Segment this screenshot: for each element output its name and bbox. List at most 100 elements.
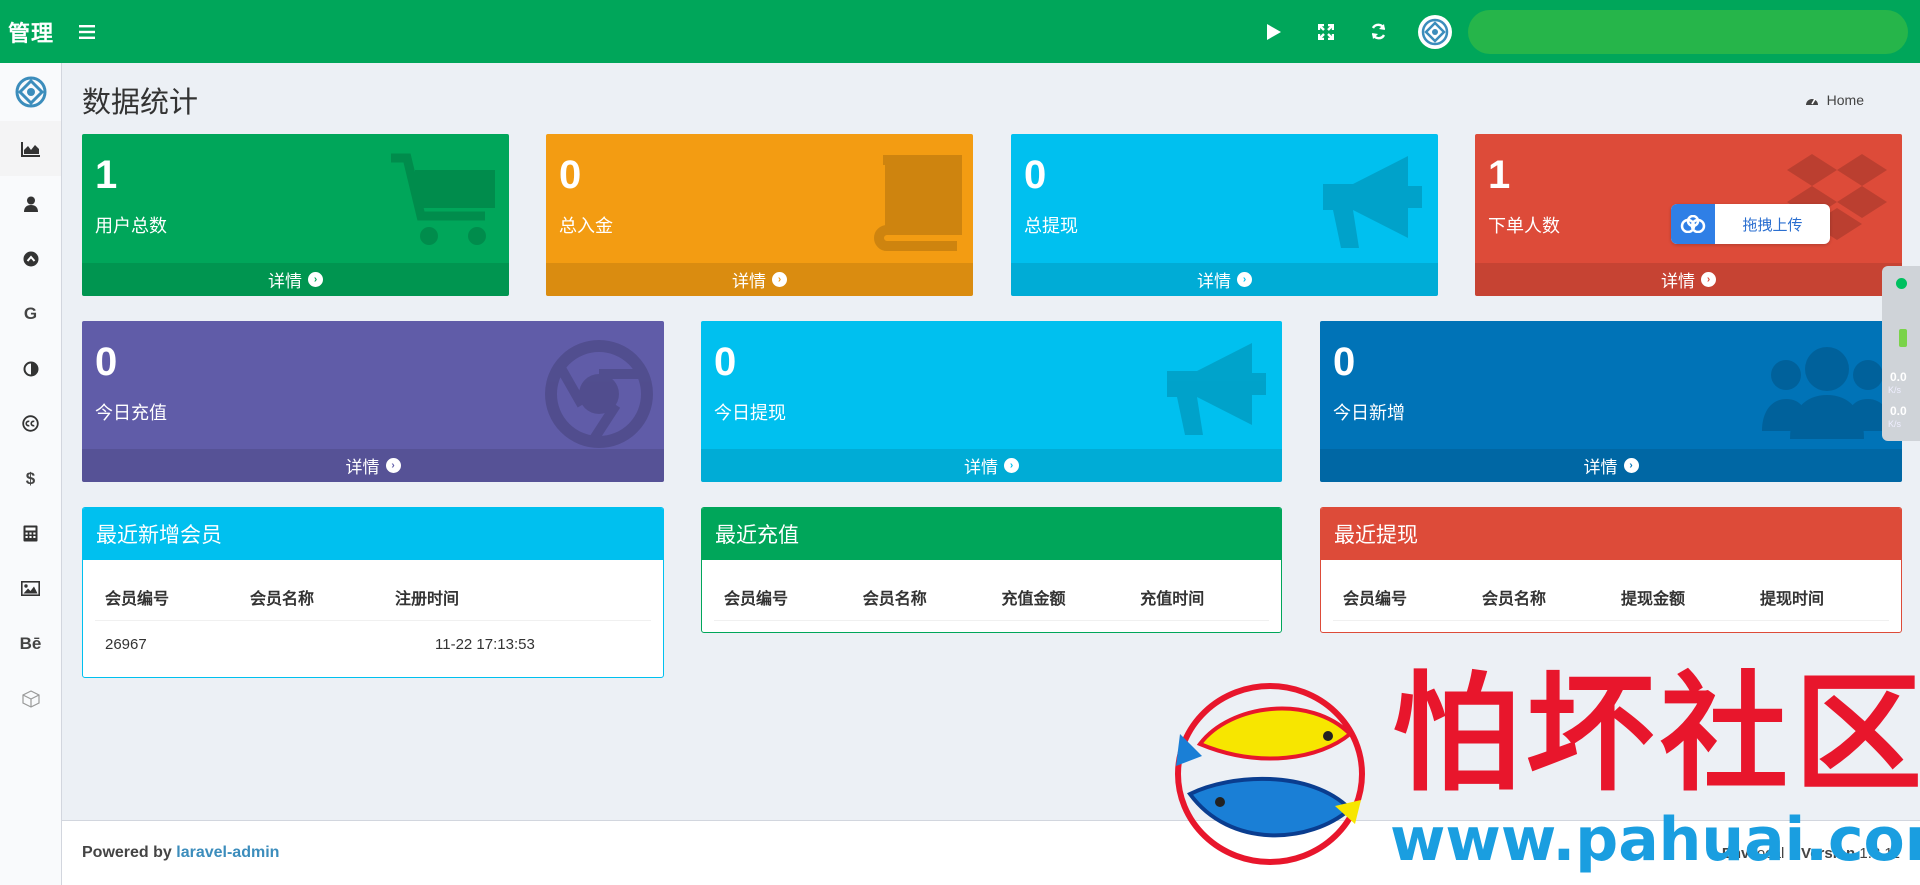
network-speed-widget[interactable]: 0.0 K/s 0.0 K/s [1882, 266, 1920, 441]
column-header: 充值时间 [1130, 574, 1269, 621]
member-name-cell [240, 620, 385, 668]
drag-upload-button[interactable]: 拖拽上传 [1671, 204, 1830, 244]
avatar-logo-icon [1421, 18, 1449, 45]
arrow-circle-right-icon: › [1004, 458, 1019, 473]
arrow-circle-right-icon: › [1237, 272, 1252, 287]
column-header: 注册时间 [385, 574, 651, 621]
sidebar-logo[interactable] [0, 63, 61, 121]
powered-by: Powered by laravel-admin [82, 844, 279, 862]
version-info: Env local Version 1.8.11 [1722, 845, 1900, 862]
sidebar-item-6[interactable] [0, 396, 61, 451]
stat-label: 总提现 [1024, 216, 1078, 236]
column-header: 会员编号 [1333, 574, 1472, 621]
stat-box-total-deposit: 0 总入金 详情 › [546, 134, 973, 296]
stat-detail-link[interactable]: 详情 › [546, 263, 973, 296]
sidebar-item-behance[interactable]: Bē [0, 616, 61, 671]
breadcrumb[interactable]: Home [1805, 92, 1864, 108]
breadcrumb-home[interactable]: Home [1827, 92, 1864, 108]
column-header: 会员编号 [714, 574, 853, 621]
behance-icon: Bē [19, 633, 42, 653]
detail-label: 详情 [1583, 458, 1618, 477]
sidebar-item-finance[interactable]: $ [0, 451, 61, 506]
download-speed-unit: K/s [1888, 419, 1902, 429]
sidebar-item-9[interactable] [0, 561, 61, 616]
env-value: local [1753, 844, 1785, 862]
sidebar-item-11[interactable] [0, 671, 61, 726]
column-header: 会员编号 [95, 574, 240, 621]
stat-value: 0 [714, 340, 737, 384]
stat-value: 1 [95, 153, 118, 197]
book-icon [874, 155, 962, 251]
sidebar: G $ Bē [0, 63, 62, 885]
sidebar-item-5[interactable] [0, 341, 61, 396]
chevron-up-circle-icon [23, 251, 38, 266]
stat-label: 今日充值 [95, 403, 167, 423]
fullscreen-button[interactable] [1300, 0, 1352, 63]
stat-detail-link[interactable]: 详情 › [82, 449, 664, 482]
chrome-icon [545, 340, 653, 448]
sidebar-item-google[interactable]: G [0, 286, 61, 341]
recent-members-panel: 最近新增会员 会员编号 会员名称 注册时间 26967 11-22 17:13:… [82, 507, 664, 678]
detail-label: 详情 [964, 458, 998, 477]
page-title: 数据统计 [82, 87, 199, 119]
drag-upload-label: 拖拽上传 [1742, 216, 1803, 234]
sidebar-item-3[interactable] [0, 231, 61, 286]
arrow-circle-right-icon: › [385, 458, 401, 473]
stat-label: 下单人数 [1488, 216, 1560, 236]
arrow-circle-right-icon: › [1623, 458, 1639, 473]
sidebar-item-users[interactable] [0, 176, 61, 231]
stat-detail-link[interactable]: 详情 › [1320, 449, 1902, 482]
recent-recharge-panel: 最近充值 会员编号 会员名称 充值金额 充值时间 [701, 507, 1282, 633]
bullhorn-icon [1323, 156, 1422, 248]
version-value: 1.8.11 [1859, 844, 1900, 862]
stat-detail-link[interactable]: 详情 › [701, 449, 1282, 482]
stat-label: 今日新增 [1333, 403, 1405, 423]
adjust-icon [23, 361, 38, 376]
panel-title: 最近充值 [702, 508, 1281, 560]
speed-bar [1899, 329, 1907, 347]
cloud-upload-icon [1671, 204, 1715, 244]
sidebar-item-8[interactable] [0, 506, 61, 561]
refresh-icon [1371, 23, 1385, 40]
logo-icon [15, 76, 46, 108]
sidebar-item-dashboard[interactable] [0, 121, 61, 176]
shopping-cart-icon [391, 153, 495, 245]
stat-detail-link[interactable]: 详情 › [1011, 263, 1438, 296]
user-menu[interactable] [1468, 9, 1908, 54]
brand-logo[interactable]: 管理 [0, 0, 62, 63]
member-id-cell: 26967 [105, 635, 147, 653]
sidebar-toggle-button[interactable] [62, 0, 112, 63]
google-icon: G [23, 303, 38, 323]
laravel-admin-link[interactable]: laravel-admin [176, 844, 279, 861]
play-button[interactable] [1248, 0, 1300, 63]
version-label: Version [1801, 844, 1856, 862]
stat-value: 0 [95, 340, 118, 384]
column-header: 会员名称 [852, 574, 992, 621]
panel-title: 最近提现 [1321, 508, 1901, 560]
stat-detail-link[interactable]: 详情 › [82, 263, 509, 296]
arrow-circle-right-icon: › [772, 272, 787, 287]
stat-detail-link[interactable]: 详情 › [1475, 263, 1902, 296]
stat-value: 0 [559, 153, 582, 197]
detail-label: 详情 [268, 272, 302, 291]
detail-label: 详情 [1661, 272, 1695, 291]
recent-members-table: 会员编号 会员名称 注册时间 26967 11-22 17:13:53 [95, 574, 651, 668]
area-chart-icon [20, 141, 40, 157]
avatar[interactable] [1418, 14, 1452, 49]
upload-speed-value: 0.0 [1890, 370, 1907, 384]
column-header: 会员名称 [1472, 574, 1611, 621]
stat-label: 今日提现 [714, 403, 786, 423]
detail-label: 详情 [345, 458, 380, 477]
stat-box-users: 1 用户总数 详情 › [82, 134, 509, 296]
calculator-icon [23, 525, 38, 542]
env-label: Env [1721, 844, 1750, 862]
refresh-button[interactable] [1352, 0, 1404, 63]
stat-box-today-recharge: 0 今日充值 详情 › [82, 321, 664, 482]
arrow-circle-right-icon: › [308, 272, 323, 287]
dashboard-icon [1805, 98, 1818, 105]
stat-label: 用户总数 [95, 216, 167, 236]
stat-value: 0 [1333, 340, 1356, 384]
top-navbar: 管理 [0, 0, 1920, 63]
cube-icon [21, 689, 40, 708]
stat-value: 1 [1488, 153, 1511, 197]
